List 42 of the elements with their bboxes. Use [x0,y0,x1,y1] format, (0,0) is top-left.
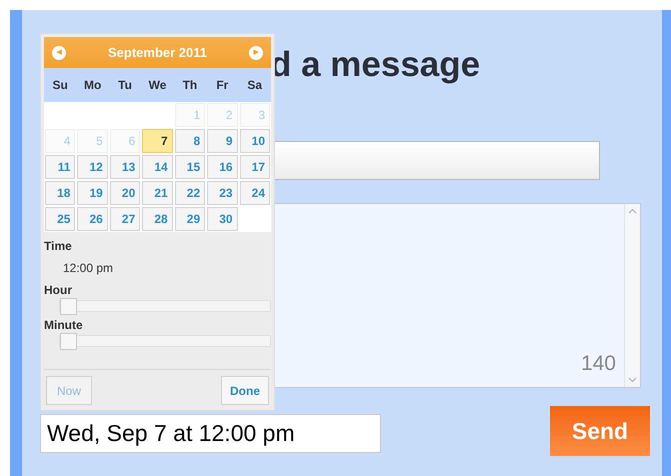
calendar-day[interactable]: 27 [110,207,140,231]
calendar-day[interactable]: 8 [174,129,206,153]
weekday-label: Sa [246,77,264,94]
weekday-label: Su [52,77,69,94]
calendar-day[interactable]: 25 [45,207,76,231]
weekday-label: Fr [215,77,230,94]
calendar-day[interactable]: 26 [77,207,108,231]
calendar-day[interactable]: 22 [174,181,206,205]
date-time-field[interactable]: Wed, Sep 7 at 12:00 pm [40,414,381,453]
calendar-day[interactable]: 21 [142,181,173,205]
weekday-label: Th [182,77,198,94]
slider-thumb[interactable] [60,333,77,350]
calendar-day[interactable]: 15 [174,155,206,179]
calendar-day[interactable]: 23 [207,181,238,205]
calendar-day[interactable]: 24 [240,181,270,205]
slider-label: Hour [44,282,73,299]
calendar-day[interactable]: 29 [174,207,206,231]
weekday-label: Tu [117,77,133,94]
done-button[interactable]: Done [221,376,269,405]
time-label: Time [44,238,73,255]
calendar-day[interactable]: 28 [142,207,173,231]
calendar-day[interactable]: 19 [77,181,108,205]
calendar-day[interactable]: 7 [142,129,173,153]
calendar-day[interactable]: 10 [240,129,270,153]
calendar-day[interactable]: 9 [207,129,238,153]
slider-label: Minute [44,317,84,334]
calendar-day[interactable]: 16 [207,155,238,179]
calendar-day[interactable]: 30 [207,207,238,231]
send-button[interactable]: Send [550,406,650,456]
slider-thumb[interactable] [60,298,77,315]
month-title: September 2011 [108,44,207,62]
weekday-label: Mo [82,77,102,94]
character-counter: 140 [580,350,616,376]
weekday-label: We [148,77,168,94]
calendar-day[interactable]: 18 [45,181,76,205]
calendar-day[interactable]: 11 [45,155,76,179]
calendar-day[interactable]: 12 [77,155,108,179]
calendar-day[interactable]: 17 [240,155,270,179]
calendar-day[interactable]: 14 [142,155,173,179]
calendar-day[interactable]: 20 [110,181,140,205]
time-value: 12:00 pm [62,260,114,277]
calendar-day[interactable]: 13 [110,155,140,179]
